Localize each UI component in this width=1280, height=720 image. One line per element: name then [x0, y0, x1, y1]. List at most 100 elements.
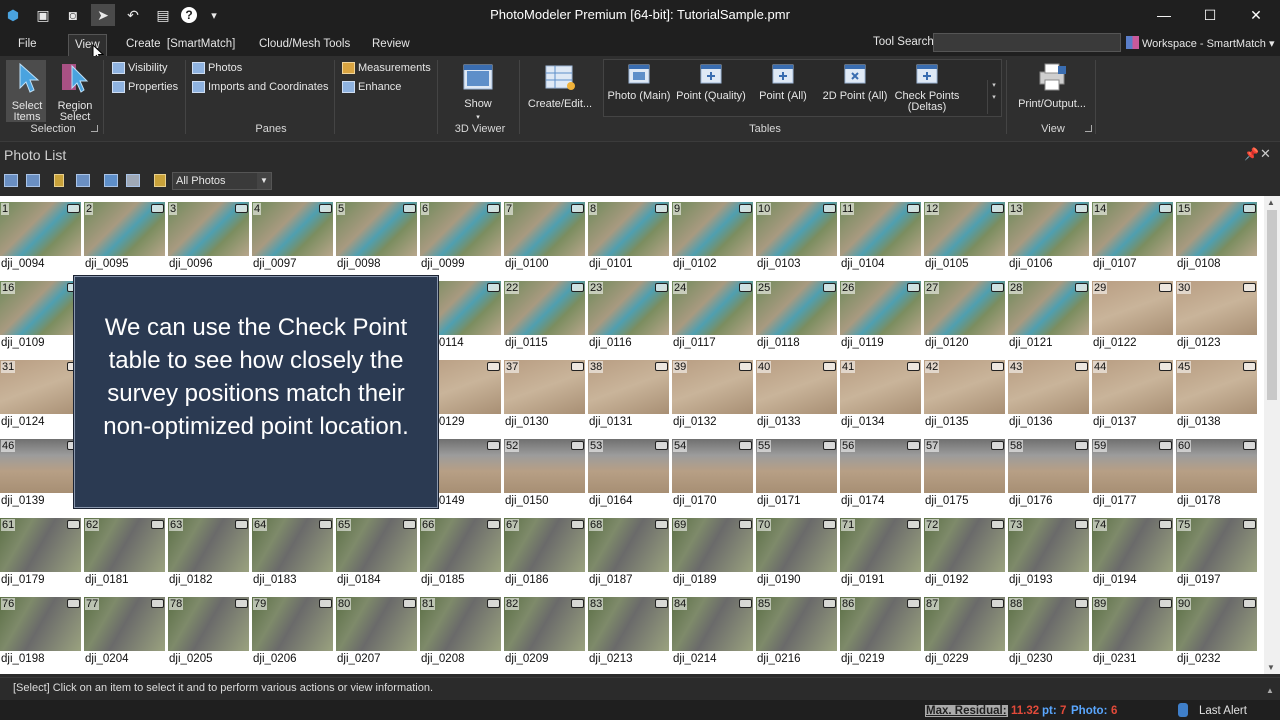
photo-item[interactable]: 14 dji_0107: [1092, 202, 1176, 281]
photo-item[interactable]: 5 dji_0098: [336, 202, 420, 281]
vertical-scrollbar[interactable]: ▲ ▼: [1264, 196, 1280, 674]
photo-item[interactable]: 41 dji_0134: [840, 360, 924, 439]
table-photo-main-button[interactable]: Photo (Main): [606, 64, 672, 102]
photo-item[interactable]: 59 dji_0177: [1092, 439, 1176, 518]
photo-item[interactable]: 80 dji_0207: [336, 597, 420, 674]
toolbar-remove-icon[interactable]: [126, 174, 140, 187]
photo-item[interactable]: 75 dji_0197: [1176, 518, 1260, 597]
selection-launcher-icon[interactable]: [91, 125, 98, 132]
photo-item[interactable]: 90 dji_0232: [1176, 597, 1260, 674]
photo-item[interactable]: 13 dji_0106: [1008, 202, 1092, 281]
view-launcher-icon[interactable]: [1085, 125, 1092, 132]
photo-item[interactable]: 73 dji_0193: [1008, 518, 1092, 597]
undo-icon[interactable]: ↶: [121, 4, 145, 26]
toolbar-columns-icon[interactable]: [154, 174, 166, 187]
photo-item[interactable]: 42 dji_0135: [924, 360, 1008, 439]
select-items-button[interactable]: Select Items: [8, 62, 46, 123]
table-point-quality-button[interactable]: Point (Quality): [674, 64, 748, 102]
photo-item[interactable]: 43 dji_0136: [1008, 360, 1092, 439]
photo-item[interactable]: 26 dji_0119: [840, 281, 924, 360]
region-select-button[interactable]: Region Select: [54, 62, 96, 123]
visibility-button[interactable]: Visibility: [112, 62, 168, 74]
photo-item[interactable]: 69 dji_0189: [672, 518, 756, 597]
photo-filter-select[interactable]: All Photos ▼: [172, 172, 272, 190]
photo-item[interactable]: 87 dji_0229: [924, 597, 1008, 674]
photo-item[interactable]: 63 dji_0182: [168, 518, 252, 597]
photo-item[interactable]: 39 dji_0132: [672, 360, 756, 439]
photo-item[interactable]: 27 dji_0120: [924, 281, 1008, 360]
photo-item[interactable]: 61 dji_0179: [0, 518, 84, 597]
photo-item[interactable]: 86 dji_0219: [840, 597, 924, 674]
gallery-scroll[interactable]: ▾ ▾: [987, 80, 1000, 114]
photo-item[interactable]: 67 dji_0186: [504, 518, 588, 597]
print-output-button[interactable]: Print/Output...: [1012, 62, 1092, 110]
photo-item[interactable]: 1 dji_0094: [0, 202, 84, 281]
pin-icon[interactable]: 📌: [1244, 147, 1259, 161]
tab-create[interactable]: Create [SmartMatch]: [120, 34, 241, 56]
photo-item[interactable]: 71 dji_0191: [840, 518, 924, 597]
photo-item[interactable]: 82 dji_0209: [504, 597, 588, 674]
photo-item[interactable]: 88 dji_0230: [1008, 597, 1092, 674]
photo-item[interactable]: 31 dji_0124: [0, 360, 84, 439]
measurements-button[interactable]: Measurements: [342, 62, 431, 74]
imports-coordinates-button[interactable]: Imports and Coordinates: [192, 81, 328, 93]
toolbar-filter-icon[interactable]: [54, 174, 64, 187]
tab-file[interactable]: File: [12, 34, 43, 56]
photo-item[interactable]: 78 dji_0205: [168, 597, 252, 674]
enhance-button[interactable]: Enhance: [342, 81, 401, 93]
table-point-all-button[interactable]: Point (All): [752, 64, 814, 102]
photo-item[interactable]: 16 dji_0109: [0, 281, 84, 360]
table-check-points-button[interactable]: Check Points (Deltas): [893, 64, 961, 113]
panel-close-icon[interactable]: ✕: [1260, 146, 1271, 162]
photo-item[interactable]: 72 dji_0192: [924, 518, 1008, 597]
photo-item[interactable]: 12 dji_0105: [924, 202, 1008, 281]
scroll-thumb[interactable]: [1267, 210, 1277, 400]
photo-item[interactable]: 70 dji_0190: [756, 518, 840, 597]
photo-item[interactable]: 60 dji_0178: [1176, 439, 1260, 518]
photo-item[interactable]: 9 dji_0102: [672, 202, 756, 281]
photo-item[interactable]: 45 dji_0138: [1176, 360, 1260, 439]
photo-item[interactable]: 55 dji_0171: [756, 439, 840, 518]
close-icon[interactable]: ✕: [1233, 0, 1279, 30]
customize-chevron-icon[interactable]: ▾: [202, 4, 226, 26]
create-edit-button[interactable]: Create/Edit...: [524, 62, 596, 110]
photo-item[interactable]: 2 dji_0095: [84, 202, 168, 281]
photo-item[interactable]: 84 dji_0214: [672, 597, 756, 674]
app-logo-icon[interactable]: ⬢: [1, 4, 25, 26]
tool-search-input[interactable]: [933, 33, 1121, 52]
photo-item[interactable]: 64 dji_0183: [252, 518, 336, 597]
photo-item[interactable]: 7 dji_0100: [504, 202, 588, 281]
camera-icon[interactable]: ◙: [61, 4, 85, 26]
photo-item[interactable]: 11 dji_0104: [840, 202, 924, 281]
scroll-down-icon[interactable]: ▼: [1267, 663, 1275, 672]
last-alert[interactable]: Last Alert: [1199, 705, 1247, 717]
photo-item[interactable]: 3 dji_0096: [168, 202, 252, 281]
photo-item[interactable]: 37 dji_0130: [504, 360, 588, 439]
photo-item[interactable]: 83 dji_0213: [588, 597, 672, 674]
status-scroll-icon[interactable]: ▲: [1266, 686, 1274, 695]
toolbar-sort-icon[interactable]: [26, 174, 40, 187]
photos-pane-button[interactable]: Photos: [192, 62, 242, 74]
photo-item[interactable]: 81 dji_0208: [420, 597, 504, 674]
photo-item[interactable]: 30 dji_0123: [1176, 281, 1260, 360]
photo-item[interactable]: 89 dji_0231: [1092, 597, 1176, 674]
pointer-icon[interactable]: ➤: [91, 4, 115, 26]
photo-item[interactable]: 56 dji_0174: [840, 439, 924, 518]
photo-item[interactable]: 79 dji_0206: [252, 597, 336, 674]
tab-review[interactable]: Review: [366, 34, 416, 56]
photo-item[interactable]: 23 dji_0116: [588, 281, 672, 360]
show-3d-viewer-button[interactable]: Show ▾: [455, 62, 501, 123]
photo-item[interactable]: 74 dji_0194: [1092, 518, 1176, 597]
table-2d-point-all-button[interactable]: 2D Point (All): [820, 64, 890, 102]
photo-item[interactable]: 40 dji_0133: [756, 360, 840, 439]
photo-item[interactable]: 44 dji_0137: [1092, 360, 1176, 439]
photo-item[interactable]: 8 dji_0101: [588, 202, 672, 281]
workspace-selector[interactable]: Workspace - SmartMatch ▾: [1126, 36, 1274, 50]
photo-item[interactable]: 29 dji_0122: [1092, 281, 1176, 360]
properties-button[interactable]: Properties: [112, 81, 178, 93]
photo-item[interactable]: 52 dji_0150: [504, 439, 588, 518]
photo-item[interactable]: 57 dji_0175: [924, 439, 1008, 518]
scroll-up-icon[interactable]: ▲: [1267, 198, 1275, 207]
toolbar-add-icon[interactable]: [104, 174, 118, 187]
tab-cloud-mesh-tools[interactable]: Cloud/Mesh Tools: [253, 34, 356, 56]
